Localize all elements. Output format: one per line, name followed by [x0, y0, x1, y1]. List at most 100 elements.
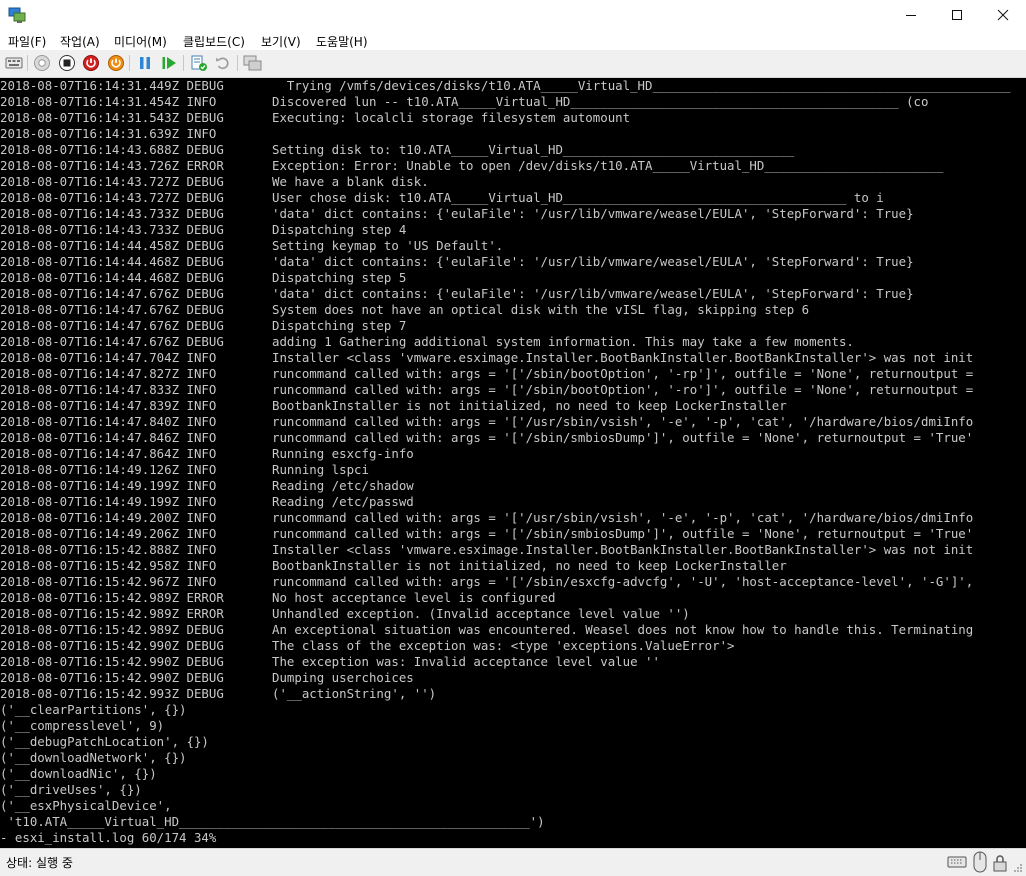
log-message: No host acceptance level is configured — [272, 590, 556, 605]
log-line: 2018-08-07T16:14:47.676Z DEBUG adding 1 G… — [0, 334, 854, 350]
toolbar-separator — [129, 55, 130, 71]
log-line: ('__compresslevel', 9) — [0, 718, 164, 734]
log-line: 2018-08-07T16:15:42.989Z ERROR Unhandled … — [0, 606, 690, 622]
log-timestamp: 2018-08-07T16:14:43.688Z DEBUG — [0, 142, 224, 157]
pause-button[interactable] — [135, 53, 155, 73]
menu-view[interactable]: 보기(V) — [261, 33, 301, 50]
menu-help[interactable]: 도움말(H) — [316, 33, 368, 50]
log-line: 2018-08-07T16:15:42.967Z INFO runcommand … — [0, 574, 973, 590]
log-timestamp: 2018-08-07T16:14:47.840Z INFO — [0, 414, 217, 429]
turn-off-button[interactable] — [57, 53, 77, 73]
resume-button[interactable] — [159, 53, 179, 73]
menu-clipboard[interactable]: 클립보드(C) — [183, 33, 245, 50]
maximize-icon — [952, 10, 962, 20]
resize-grip-icon[interactable] — [1013, 863, 1023, 873]
log-message: Setting disk to: t10.ATA_____Virtual_HD_… — [272, 142, 795, 157]
log-timestamp: 2018-08-07T16:15:42.958Z INFO — [0, 558, 217, 573]
toolbar-separator — [237, 55, 238, 71]
log-line: 2018-08-07T16:15:42.990Z DEBUG The class … — [0, 638, 735, 654]
log-timestamp: 2018-08-07T16:15:42.990Z DEBUG — [0, 670, 224, 685]
maximize-button[interactable] — [934, 0, 980, 30]
log-message: Dispatching step 7 — [272, 318, 407, 333]
log-message: ('__actionString', '') — [272, 686, 437, 701]
log-line: 2018-08-07T16:14:47.704Z INFO Installer <… — [0, 350, 973, 366]
log-timestamp: 2018-08-07T16:14:47.676Z DEBUG — [0, 318, 224, 333]
toolbar-separator — [183, 55, 184, 71]
log-line: 2018-08-07T16:14:49.199Z INFO Reading /et… — [0, 478, 414, 494]
log-timestamp: 2018-08-07T16:14:49.199Z INFO — [0, 478, 217, 493]
log-message: Executing: localcli storage filesystem a… — [272, 110, 631, 125]
log-line: ('__downloadNic', {}) — [0, 766, 157, 782]
log-timestamp: 2018-08-07T16:14:43.733Z DEBUG — [0, 222, 224, 237]
shut-down-button[interactable] — [81, 53, 101, 73]
log-timestamp: 2018-08-07T16:14:49.206Z INFO — [0, 526, 217, 541]
log-timestamp: 2018-08-07T16:14:44.468Z DEBUG — [0, 270, 224, 285]
log-line: 2018-08-07T16:14:47.833Z INFO runcommand … — [0, 382, 973, 398]
log-line: 2018-08-07T16:14:43.727Z DEBUG We have a … — [0, 174, 429, 190]
log-line: ('__downloadNetwork', {}) — [0, 750, 187, 766]
hyper-v-connection-icon — [8, 7, 26, 23]
log-message: BootbankInstaller is not initialized, no… — [272, 398, 787, 413]
log-message: Trying /vmfs/devices/disks/t10.ATA_____V… — [272, 78, 1011, 93]
close-button[interactable] — [980, 0, 1026, 30]
log-message: Reading /etc/shadow — [272, 478, 414, 493]
log-timestamp: 2018-08-07T16:14:47.839Z INFO — [0, 398, 217, 413]
revert-button[interactable] — [213, 53, 233, 73]
log-line: 2018-08-07T16:15:42.989Z DEBUG An excepti… — [0, 622, 973, 638]
log-line: ('__debugPatchLocation', {}) — [0, 734, 209, 750]
log-message: Unhandled exception. (Invalid acceptance… — [272, 606, 690, 621]
ctrl-alt-del-button[interactable] — [4, 53, 24, 73]
log-line: - esxi_install.log 60/174 34% — [0, 830, 216, 846]
log-message: The class of the exception was: <type 'e… — [272, 638, 735, 653]
log-message: We have a blank disk. — [272, 174, 429, 189]
log-message: Setting keymap to 'US Default'. — [272, 238, 504, 253]
log-timestamp: 2018-08-07T16:14:43.727Z DEBUG — [0, 174, 224, 189]
power-button[interactable] — [106, 53, 126, 73]
log-message: 'data' dict contains: {'eulaFile': '/usr… — [272, 206, 914, 221]
status-text: 상태: 실행 중 — [6, 856, 73, 870]
log-message: ('__debugPatchLocation', {}) — [0, 734, 209, 749]
close-icon — [997, 9, 1009, 21]
log-timestamp: 2018-08-07T16:14:31.449Z DEBUG — [0, 78, 224, 93]
log-message: Installer <class 'vmware.esximage.Instal… — [272, 542, 974, 557]
log-timestamp: 2018-08-07T16:14:47.864Z INFO — [0, 446, 217, 461]
keyboard-icon — [947, 856, 967, 868]
log-message: runcommand called with: args = '['/usr/s… — [272, 414, 974, 429]
log-message: Discovered lun -- t10.ATA_____Virtual_HD… — [272, 94, 929, 109]
log-timestamp: 2018-08-07T16:15:42.888Z INFO — [0, 542, 217, 557]
menu-media[interactable]: 미디어(M) — [114, 33, 167, 50]
menu-action[interactable]: 작업(A) — [60, 33, 100, 50]
log-timestamp: 2018-08-07T16:14:43.726Z ERROR — [0, 158, 224, 173]
log-message: 't10.ATA_____Virtual_HD_________________… — [0, 814, 545, 829]
vm-console-screen[interactable]: 2018-08-07T16:14:31.449Z DEBUG Trying /v… — [0, 78, 1026, 848]
power-icon — [108, 55, 124, 71]
log-message: runcommand called with: args = '['/sbin/… — [272, 366, 974, 381]
log-timestamp: 2018-08-07T16:15:42.967Z INFO — [0, 574, 217, 589]
menu-file[interactable]: 파일(F) — [8, 33, 46, 50]
log-line: ('__clearPartitions', {}) — [0, 702, 187, 718]
log-message: runcommand called with: args = '['/sbin/… — [272, 430, 974, 445]
minimize-button[interactable] — [888, 0, 934, 30]
turn-off-icon — [59, 55, 75, 71]
log-line: 2018-08-07T16:15:42.990Z DEBUG The except… — [0, 654, 660, 670]
log-timestamp: 2018-08-07T16:14:49.200Z INFO — [0, 510, 217, 525]
log-line: 2018-08-07T16:14:43.688Z DEBUG Setting di… — [0, 142, 794, 158]
log-timestamp: 2018-08-07T16:15:42.993Z DEBUG — [0, 686, 224, 701]
start-button[interactable] — [32, 53, 52, 73]
log-timestamp: 2018-08-07T16:14:44.468Z DEBUG — [0, 254, 224, 269]
checkpoint-button[interactable] — [189, 53, 209, 73]
log-message: runcommand called with: args = '['/sbin/… — [272, 382, 974, 397]
log-timestamp: 2018-08-07T16:14:47.704Z INFO — [0, 350, 217, 365]
log-line: 2018-08-07T16:14:47.839Z INFO BootbankIns… — [0, 398, 787, 414]
log-message: ('__downloadNic', {}) — [0, 766, 157, 781]
log-message: ('__driveUses', {}) — [0, 782, 142, 797]
enhanced-session-button[interactable] — [243, 53, 263, 73]
log-message: 'data' dict contains: {'eulaFile': '/usr… — [272, 254, 914, 269]
revert-icon — [216, 57, 229, 70]
shut-down-icon — [83, 55, 99, 71]
log-message: Dispatching step 5 — [272, 270, 407, 285]
log-line: 2018-08-07T16:14:47.846Z INFO runcommand … — [0, 430, 973, 446]
log-timestamp: 2018-08-07T16:15:42.989Z ERROR — [0, 606, 224, 621]
title-bar — [0, 0, 1026, 30]
log-timestamp: 2018-08-07T16:15:42.989Z ERROR — [0, 590, 224, 605]
